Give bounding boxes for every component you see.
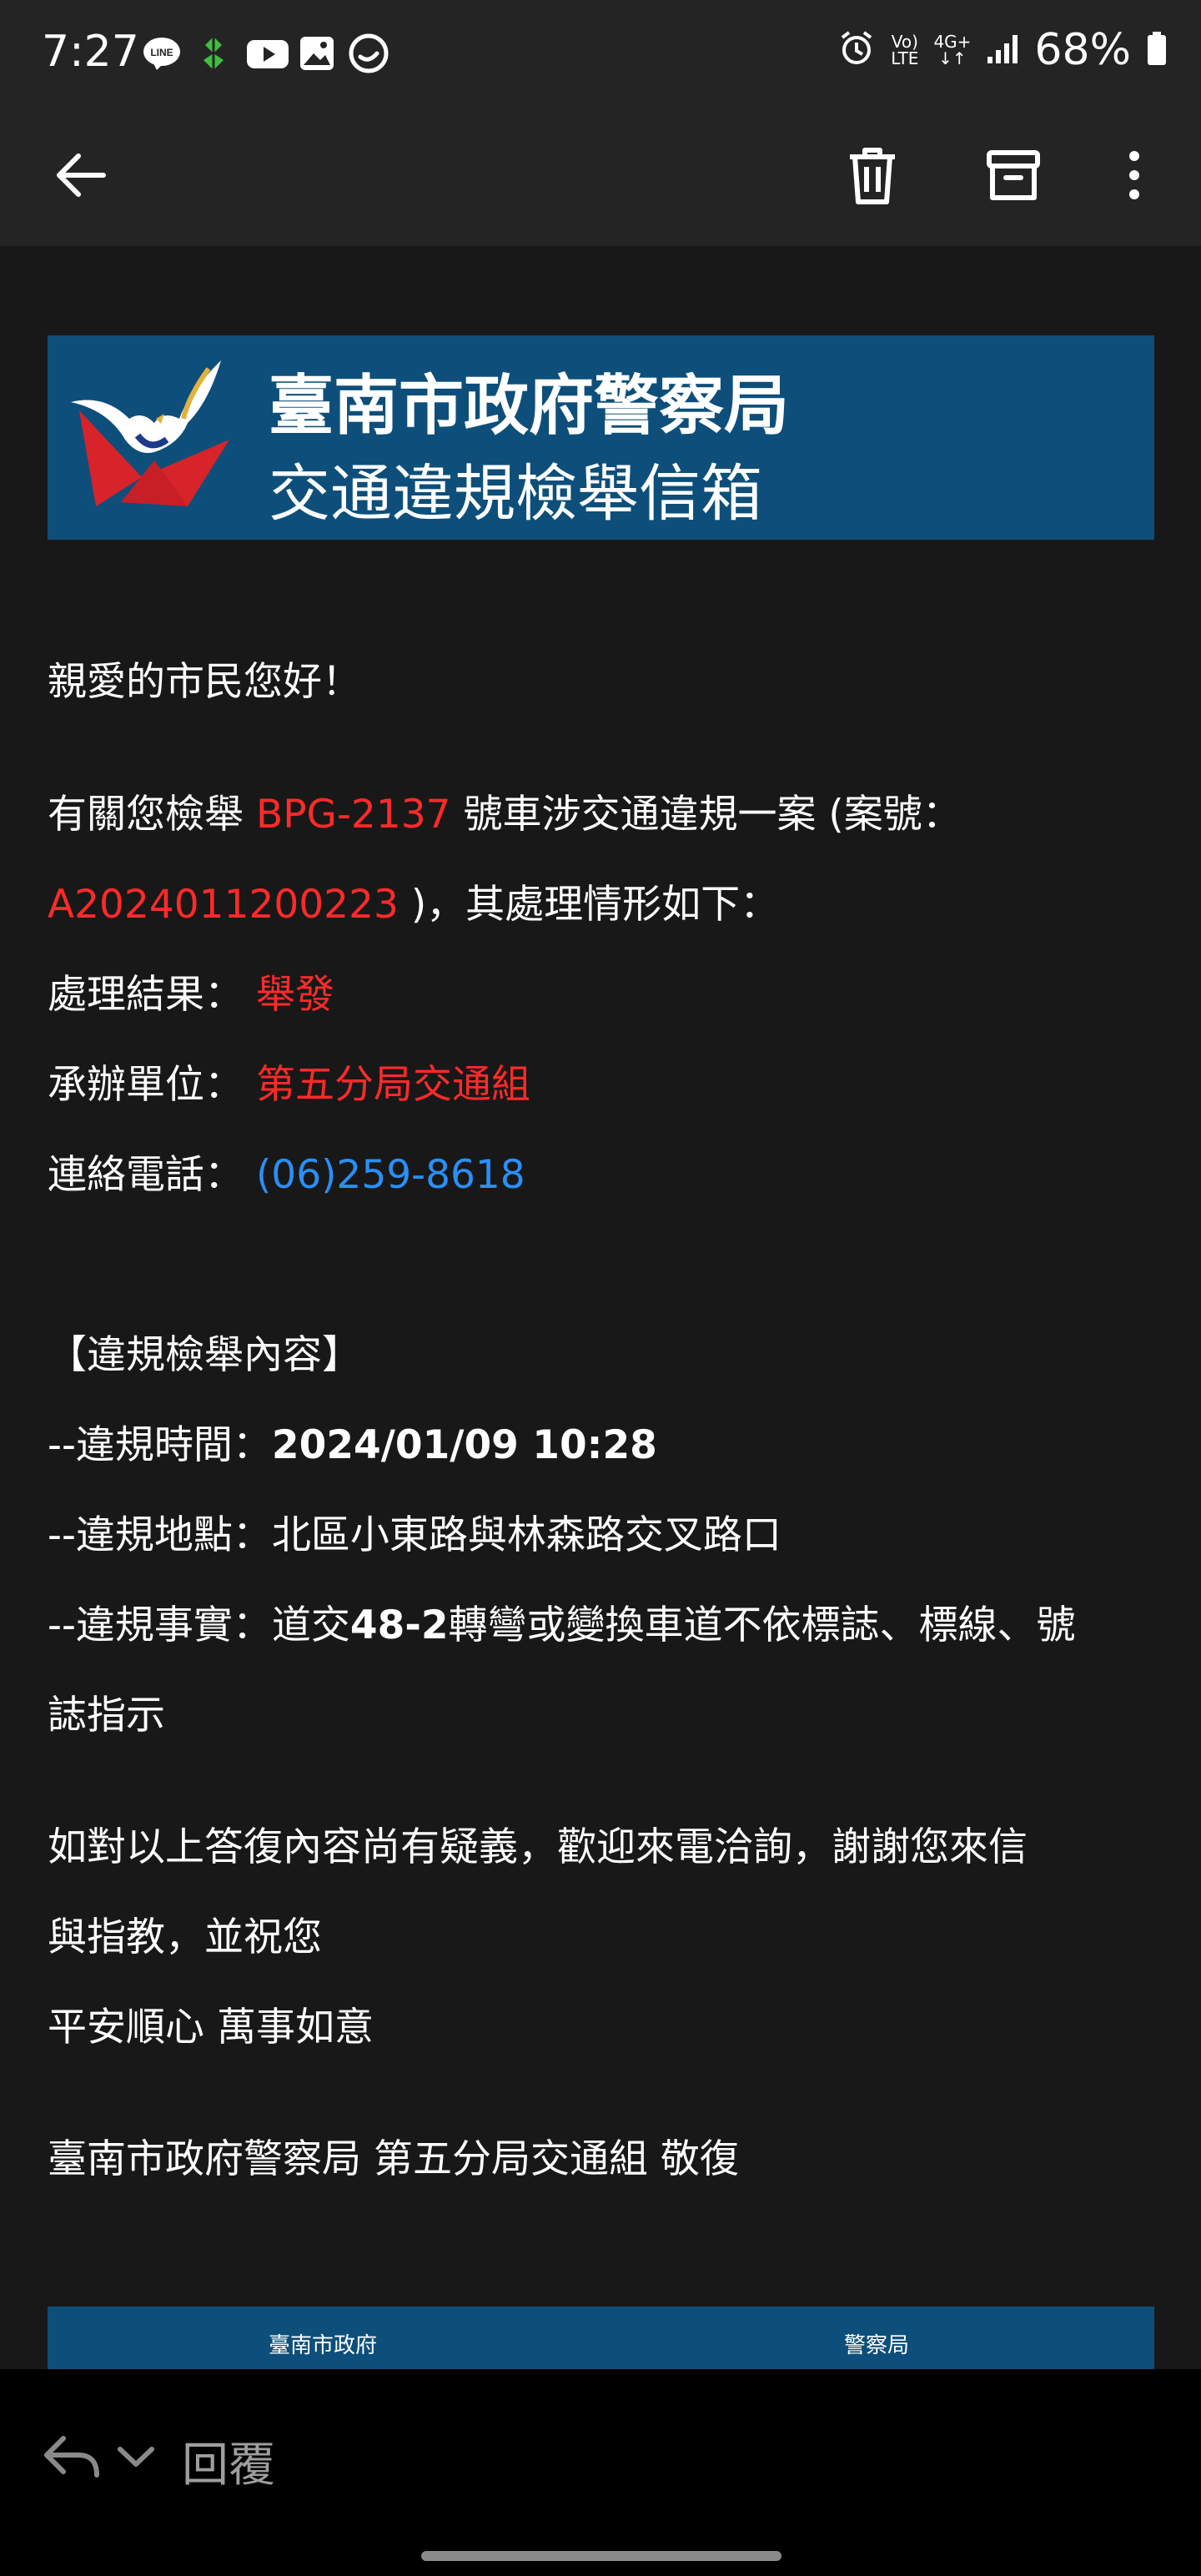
banner-title: 臺南市政府警察局 xyxy=(269,369,790,444)
intro-prefix: 有關您檢舉 xyxy=(48,792,244,838)
reply-button[interactable] xyxy=(42,2432,102,2485)
leaf-app-icon xyxy=(193,33,234,73)
status-time: 7:27 xyxy=(42,27,139,77)
violation-fact-prefix: 道交 xyxy=(271,1602,350,1648)
violation-fact-code: 48-2 xyxy=(349,1602,449,1648)
reply-options-button[interactable] xyxy=(117,2444,155,2473)
trash-icon xyxy=(850,148,895,204)
footer-left-link[interactable]: 臺南市政府 xyxy=(269,2328,377,2359)
more-vert-icon xyxy=(1129,151,1139,199)
reply-icon xyxy=(44,2436,99,2478)
gallery-icon xyxy=(297,33,337,73)
archive-button[interactable] xyxy=(972,133,1055,217)
greeting: 親愛的市民您好！ xyxy=(48,659,361,705)
intro-suffix: )，其處理情形如下： xyxy=(410,882,780,928)
battery-percent: 68% xyxy=(1034,25,1131,75)
status-bar: 7:27 LINE Vo) LTE 4G+ ↓↑ 68% xyxy=(0,0,1201,108)
notification-icons: LINE xyxy=(142,33,389,73)
violation-fact-line-2: 誌指示 xyxy=(48,1693,165,1738)
banner-subtitle: 交通違規檢舉信箱 xyxy=(269,458,762,530)
violation-fact-label: --違規事實： xyxy=(48,1602,272,1648)
delete-button[interactable] xyxy=(831,133,914,217)
signature: 臺南市政府警察局 第五分局交通組 敬復 xyxy=(48,2136,739,2182)
plate-number: BPG-2137 xyxy=(255,792,451,838)
violation-time-label: --違規時間： xyxy=(48,1422,272,1468)
case-number: A2024011200223 xyxy=(48,882,399,928)
signal-icon xyxy=(986,32,1019,68)
reply-bar: 回覆 xyxy=(0,2369,1201,2576)
intro-middle: 號車涉交通違規一案 (案號： xyxy=(463,792,962,838)
svg-text:LINE: LINE xyxy=(150,47,173,58)
result-value: 舉發 xyxy=(255,972,334,1018)
messenger-icon xyxy=(349,33,389,73)
more-options-button[interactable] xyxy=(1093,133,1176,217)
battery-icon xyxy=(1146,30,1168,70)
back-button[interactable] xyxy=(39,133,123,217)
arrow-left-icon xyxy=(57,153,106,197)
violation-location-row: --違規地點：北區小東路與林森路交叉路口 xyxy=(48,1511,781,1561)
data-indicator: 4G+ ↓↑ xyxy=(933,32,972,68)
alarm-icon xyxy=(837,29,876,71)
section-title: 【違規檢舉內容】 xyxy=(48,1332,361,1378)
status-right-cluster: Vo) LTE 4G+ ↓↑ 68% xyxy=(837,25,1168,75)
email-toolbar xyxy=(0,108,1201,246)
email-header-banner: 臺南市政府警察局 交通違規檢舉信箱 xyxy=(48,335,1154,540)
violation-fact-row: --違規事實：道交48-2轉彎或變換車道不依標誌、標線、號 xyxy=(48,1601,1076,1651)
unit-value: 第五分局交通組 xyxy=(255,1062,530,1108)
home-indicator[interactable] xyxy=(421,2551,781,2561)
phone-link[interactable]: (06)259-8618 xyxy=(256,1152,525,1198)
phone-label: 連絡電話： xyxy=(48,1152,244,1198)
footer-right-link[interactable]: 警察局 xyxy=(844,2328,909,2359)
email-body: 臺南市政府警察局 交通違規檢舉信箱 親愛的市民您好！ 有關您檢舉 BPG-213… xyxy=(0,246,1201,2369)
violation-location-value: 北區小東路與林森路交叉路口 xyxy=(271,1512,781,1558)
footer-banner: 臺南市政府 警察局 xyxy=(48,2307,1154,2369)
volte-indicator: Vo) LTE xyxy=(891,32,919,68)
unit-row: 承辦單位： 第五分局交通組 xyxy=(48,1060,530,1110)
intro-line-2: A2024011200223 )，其處理情形如下： xyxy=(48,880,779,930)
line-icon: LINE xyxy=(142,33,182,73)
closing-line-3: 平安順心 萬事如意 xyxy=(48,2005,374,2050)
phone-row: 連絡電話： (06)259-8618 xyxy=(48,1150,525,1200)
violation-location-label: --違規地點： xyxy=(48,1512,272,1558)
youtube-icon xyxy=(245,33,289,73)
result-row: 處理結果： 舉發 xyxy=(48,970,334,1020)
intro-line-1: 有關您檢舉 BPG-2137 號車涉交通違規一案 (案號： xyxy=(48,790,962,840)
violation-time-row: --違規時間：2024/01/09 10:28 xyxy=(48,1421,657,1471)
police-bird-logo xyxy=(71,360,229,506)
result-label: 處理結果： xyxy=(48,972,244,1018)
chevron-down-icon xyxy=(118,2447,154,2467)
reply-label[interactable]: 回覆 xyxy=(182,2428,275,2495)
closing-line-2: 與指教，並祝您 xyxy=(48,1914,322,1960)
archive-icon xyxy=(987,150,1040,200)
closing-line-1: 如對以上答復內容尚有疑義，歡迎來電洽詢，謝謝您來信 xyxy=(48,1824,1028,1870)
violation-time-value: 2024/01/09 10:28 xyxy=(271,1422,657,1468)
unit-label: 承辦單位： xyxy=(48,1062,244,1108)
violation-fact-rest: 轉彎或變換車道不依標誌、標線、號 xyxy=(448,1602,1076,1648)
